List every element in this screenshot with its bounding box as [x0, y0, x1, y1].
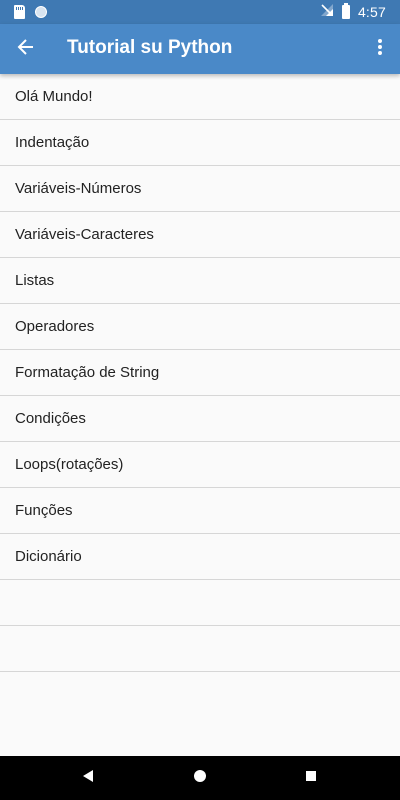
back-triangle-icon: [81, 769, 95, 788]
nav-recents-button[interactable]: [299, 766, 323, 790]
list-item[interactable]: Indentação: [0, 120, 400, 166]
list-item[interactable]: Variáveis-Números: [0, 166, 400, 212]
list-item-label: Loops(rotações): [15, 456, 124, 473]
nav-back-button[interactable]: [76, 766, 100, 790]
battery-icon: [341, 3, 350, 19]
list-item-empty: [0, 580, 400, 626]
status-bar: 4:57: [0, 0, 400, 24]
list-item-label: Formatação de String: [15, 364, 160, 381]
tutorial-list: Olá Mundo! Indentação Variáveis-Números …: [0, 74, 400, 672]
list-item-label: Listas: [15, 272, 55, 289]
list-item-label: Variáveis-Números: [15, 180, 142, 197]
list-item-label: Variáveis-Caracteres: [15, 226, 154, 243]
status-left-icons: [14, 4, 47, 20]
list-item[interactable]: Dicionário: [0, 534, 400, 580]
list-item[interactable]: Condições: [0, 396, 400, 442]
list-item[interactable]: Variáveis-Caracteres: [0, 212, 400, 258]
list-item[interactable]: Operadores: [0, 304, 400, 350]
sd-card-icon: [14, 5, 25, 19]
app-title: Tutorial su Python: [67, 37, 233, 58]
overflow-menu-button[interactable]: [368, 33, 392, 65]
list-item[interactable]: Olá Mundo!: [0, 74, 400, 120]
list-item-label: Funções: [15, 502, 73, 519]
list-item[interactable]: Formatação de String: [0, 350, 400, 396]
list-item[interactable]: Listas: [0, 258, 400, 304]
list-item[interactable]: Funções: [0, 488, 400, 534]
list-item-label: Operadores: [15, 318, 95, 335]
list-item-label: Condições: [15, 410, 86, 427]
list-item-empty: [0, 626, 400, 672]
no-signal-icon: [320, 3, 334, 22]
status-time: 4:57: [357, 4, 386, 20]
list-item-label: Dicionário: [15, 548, 82, 565]
circle-icon: [35, 6, 47, 18]
screen: 4:57 Tutorial su Python Olá Mundo! Inden…: [0, 0, 400, 800]
home-circle-icon: [193, 769, 207, 788]
app-bar: Tutorial su Python: [0, 24, 400, 74]
navigation-bar: [0, 756, 400, 800]
arrow-back-icon: [17, 38, 35, 61]
list-item-label: Indentação: [15, 134, 90, 151]
status-right-icons: 4:57: [320, 2, 386, 22]
list-item[interactable]: Loops(rotações): [0, 442, 400, 488]
more-vert-icon: [377, 38, 383, 61]
recents-square-icon: [305, 769, 317, 787]
nav-home-button[interactable]: [188, 766, 212, 790]
back-button[interactable]: [10, 33, 42, 65]
list-item-label: Olá Mundo!: [15, 88, 93, 105]
